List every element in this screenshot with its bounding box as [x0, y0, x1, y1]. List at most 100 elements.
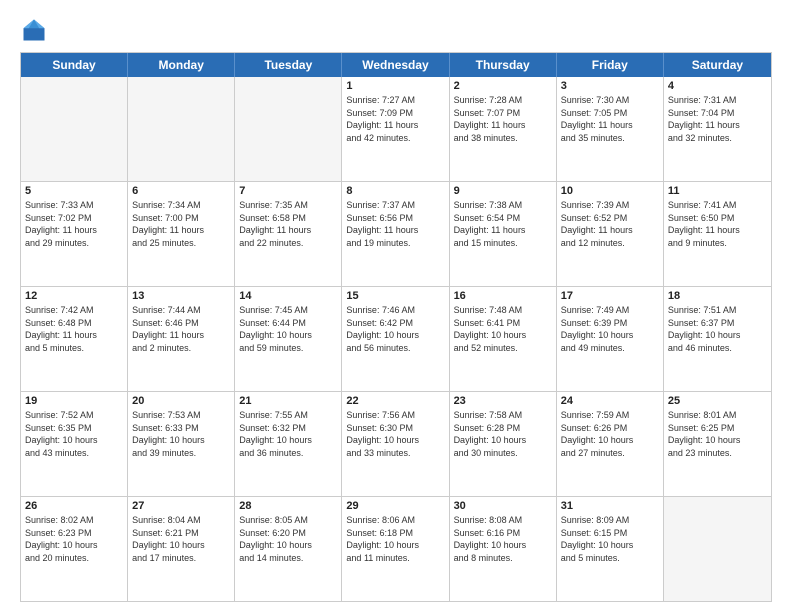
cell-line: and 19 minutes.: [346, 237, 444, 250]
day-cell-5: 5Sunrise: 7:33 AMSunset: 7:02 PMDaylight…: [21, 182, 128, 286]
cell-line: Daylight: 11 hours: [668, 119, 767, 132]
day-header-sunday: Sunday: [21, 53, 128, 77]
cell-line: Sunrise: 8:01 AM: [668, 409, 767, 422]
day-header-monday: Monday: [128, 53, 235, 77]
cell-line: and 25 minutes.: [132, 237, 230, 250]
cell-line: Daylight: 10 hours: [132, 539, 230, 552]
cell-line: and 33 minutes.: [346, 447, 444, 460]
cell-line: Sunrise: 8:05 AM: [239, 514, 337, 527]
day-number: 4: [668, 80, 767, 92]
day-cell-12: 12Sunrise: 7:42 AMSunset: 6:48 PMDayligh…: [21, 287, 128, 391]
day-number: 12: [25, 290, 123, 302]
cell-line: Sunset: 7:02 PM: [25, 212, 123, 225]
day-cell-2: 2Sunrise: 7:28 AMSunset: 7:07 PMDaylight…: [450, 77, 557, 181]
day-number: 8: [346, 185, 444, 197]
day-number: 29: [346, 500, 444, 512]
day-cell-31: 31Sunrise: 8:09 AMSunset: 6:15 PMDayligh…: [557, 497, 664, 601]
day-number: 5: [25, 185, 123, 197]
logo-icon: [20, 16, 48, 44]
cell-line: Sunset: 6:48 PM: [25, 317, 123, 330]
cell-line: Sunrise: 7:30 AM: [561, 94, 659, 107]
cell-line: Sunset: 6:18 PM: [346, 527, 444, 540]
cell-line: Sunset: 6:56 PM: [346, 212, 444, 225]
cell-line: Daylight: 10 hours: [454, 434, 552, 447]
day-number: 18: [668, 290, 767, 302]
cell-line: and 23 minutes.: [668, 447, 767, 460]
calendar-row-3: 19Sunrise: 7:52 AMSunset: 6:35 PMDayligh…: [21, 391, 771, 496]
day-cell-9: 9Sunrise: 7:38 AMSunset: 6:54 PMDaylight…: [450, 182, 557, 286]
calendar: SundayMondayTuesdayWednesdayThursdayFrid…: [20, 52, 772, 602]
cell-line: Sunrise: 7:45 AM: [239, 304, 337, 317]
day-number: 25: [668, 395, 767, 407]
cell-line: Sunrise: 8:09 AM: [561, 514, 659, 527]
day-number: 9: [454, 185, 552, 197]
day-cell-20: 20Sunrise: 7:53 AMSunset: 6:33 PMDayligh…: [128, 392, 235, 496]
cell-line: Sunrise: 7:51 AM: [668, 304, 767, 317]
day-cell-13: 13Sunrise: 7:44 AMSunset: 6:46 PMDayligh…: [128, 287, 235, 391]
page: SundayMondayTuesdayWednesdayThursdayFrid…: [0, 0, 792, 612]
cell-line: Daylight: 10 hours: [668, 329, 767, 342]
cell-line: Daylight: 11 hours: [561, 224, 659, 237]
cell-line: and 46 minutes.: [668, 342, 767, 355]
day-number: 6: [132, 185, 230, 197]
calendar-row-4: 26Sunrise: 8:02 AMSunset: 6:23 PMDayligh…: [21, 496, 771, 601]
cell-line: Sunset: 6:58 PM: [239, 212, 337, 225]
cell-line: Daylight: 11 hours: [132, 224, 230, 237]
day-cell-26: 26Sunrise: 8:02 AMSunset: 6:23 PMDayligh…: [21, 497, 128, 601]
cell-line: and 5 minutes.: [25, 342, 123, 355]
cell-line: Daylight: 11 hours: [454, 119, 552, 132]
cell-line: and 49 minutes.: [561, 342, 659, 355]
cell-line: Sunset: 6:15 PM: [561, 527, 659, 540]
day-number: 26: [25, 500, 123, 512]
day-cell-27: 27Sunrise: 8:04 AMSunset: 6:21 PMDayligh…: [128, 497, 235, 601]
cell-line: Daylight: 11 hours: [25, 329, 123, 342]
cell-line: and 17 minutes.: [132, 552, 230, 565]
day-cell-17: 17Sunrise: 7:49 AMSunset: 6:39 PMDayligh…: [557, 287, 664, 391]
day-number: 3: [561, 80, 659, 92]
cell-line: and 29 minutes.: [25, 237, 123, 250]
empty-cell-0-0: [21, 77, 128, 181]
cell-line: Sunrise: 8:08 AM: [454, 514, 552, 527]
cell-line: Daylight: 10 hours: [239, 434, 337, 447]
cell-line: Sunset: 6:23 PM: [25, 527, 123, 540]
cell-line: Sunset: 6:20 PM: [239, 527, 337, 540]
cell-line: Sunrise: 7:28 AM: [454, 94, 552, 107]
calendar-header: SundayMondayTuesdayWednesdayThursdayFrid…: [21, 53, 771, 77]
cell-line: and 27 minutes.: [561, 447, 659, 460]
day-header-tuesday: Tuesday: [235, 53, 342, 77]
cell-line: Sunrise: 7:49 AM: [561, 304, 659, 317]
day-number: 15: [346, 290, 444, 302]
day-header-wednesday: Wednesday: [342, 53, 449, 77]
cell-line: Sunrise: 7:39 AM: [561, 199, 659, 212]
cell-line: Sunrise: 7:52 AM: [25, 409, 123, 422]
day-cell-24: 24Sunrise: 7:59 AMSunset: 6:26 PMDayligh…: [557, 392, 664, 496]
day-number: 16: [454, 290, 552, 302]
cell-line: Sunset: 6:52 PM: [561, 212, 659, 225]
day-cell-16: 16Sunrise: 7:48 AMSunset: 6:41 PMDayligh…: [450, 287, 557, 391]
cell-line: Sunrise: 7:44 AM: [132, 304, 230, 317]
day-header-thursday: Thursday: [450, 53, 557, 77]
cell-line: Daylight: 11 hours: [668, 224, 767, 237]
calendar-body: 1Sunrise: 7:27 AMSunset: 7:09 PMDaylight…: [21, 77, 771, 601]
day-number: 21: [239, 395, 337, 407]
day-number: 19: [25, 395, 123, 407]
cell-line: Daylight: 10 hours: [454, 329, 552, 342]
cell-line: Sunset: 6:28 PM: [454, 422, 552, 435]
day-number: 2: [454, 80, 552, 92]
cell-line: Daylight: 11 hours: [561, 119, 659, 132]
cell-line: Sunset: 6:41 PM: [454, 317, 552, 330]
cell-line: Daylight: 10 hours: [454, 539, 552, 552]
cell-line: Sunrise: 7:41 AM: [668, 199, 767, 212]
cell-line: and 35 minutes.: [561, 132, 659, 145]
day-number: 17: [561, 290, 659, 302]
day-cell-11: 11Sunrise: 7:41 AMSunset: 6:50 PMDayligh…: [664, 182, 771, 286]
day-number: 22: [346, 395, 444, 407]
cell-line: Daylight: 10 hours: [25, 539, 123, 552]
day-cell-6: 6Sunrise: 7:34 AMSunset: 7:00 PMDaylight…: [128, 182, 235, 286]
day-cell-10: 10Sunrise: 7:39 AMSunset: 6:52 PMDayligh…: [557, 182, 664, 286]
cell-line: Sunrise: 7:38 AM: [454, 199, 552, 212]
cell-line: Daylight: 11 hours: [346, 119, 444, 132]
cell-line: and 56 minutes.: [346, 342, 444, 355]
cell-line: Daylight: 11 hours: [25, 224, 123, 237]
cell-line: Sunset: 6:44 PM: [239, 317, 337, 330]
